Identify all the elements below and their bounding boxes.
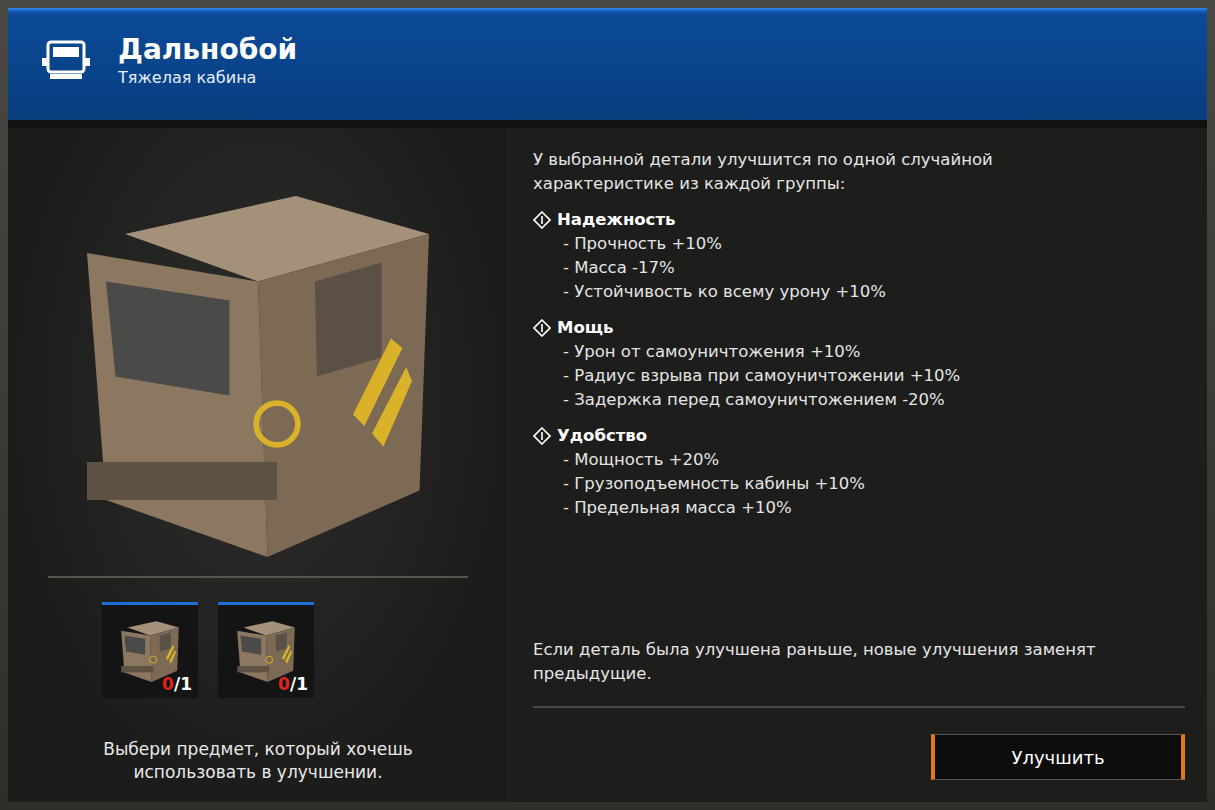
stat-item: - Устойчивость ко всему урону +10% — [533, 280, 1185, 304]
upgrade-button[interactable]: Улучшить — [931, 734, 1185, 780]
group-title: Удобство — [533, 424, 1185, 448]
title: Дальнобой — [118, 33, 297, 67]
group-title: Мощь — [533, 316, 1185, 340]
slot-count: 0/1 — [162, 674, 192, 694]
stat-item: - Радиус взрыва при самоуничтожении +10% — [533, 364, 1185, 388]
slots: 0/1 0/1 — [102, 602, 314, 698]
group-title: Надежность — [533, 208, 1185, 232]
slot-count: 0/1 — [278, 674, 308, 694]
group-icon — [533, 211, 551, 229]
stat-group: Удобство- Мощность +20%- Грузоподъемност… — [533, 424, 1185, 520]
part-image — [48, 148, 468, 578]
stat-group: Надежность- Прочность +10%- Масса -17%- … — [533, 208, 1185, 304]
stat-item: - Мощность +20% — [533, 448, 1185, 472]
body: 0/1 0/1 Выбери предмет, который хочешь исп… — [8, 128, 1207, 802]
stat-group: Мощь- Урон от самоуничтожения +10%- Ради… — [533, 316, 1185, 412]
stat-item: - Грузоподъемность кабины +10% — [533, 472, 1185, 496]
header: ДальнобойТяжелая кабина — [8, 8, 1207, 118]
info-panel: У выбранной детали улучшится по одной сл… — [508, 128, 1207, 802]
stat-item: - Прочность +10% — [533, 232, 1185, 256]
item-slot[interactable]: 0/1 — [218, 602, 314, 698]
stat-item: - Урон от самоуничтожения +10% — [533, 340, 1185, 364]
cabin-image-icon — [68, 177, 448, 576]
subtitle: Тяжелая кабина — [118, 68, 297, 87]
header-text: ДальнобойТяжелая кабина — [118, 33, 297, 88]
stat-item: - Масса -17% — [533, 256, 1185, 280]
divider — [533, 706, 1185, 708]
group-icon — [533, 427, 551, 445]
stat-item: - Предельная масса +10% — [533, 496, 1185, 520]
upgrade-window: ДальнобойТяжелая кабина 0/1 0/1 Выбери пред… — [0, 0, 1215, 810]
group-icon — [533, 319, 551, 337]
hint: Выбери предмет, который хочешь использов… — [78, 738, 438, 784]
intro: У выбранной детали улучшится по одной сл… — [533, 148, 1053, 196]
cabin-icon — [40, 38, 92, 82]
preview-panel: 0/1 0/1 Выбери предмет, который хочешь исп… — [8, 128, 508, 802]
note: Если деталь была улучшена раньше, новые … — [533, 638, 1185, 686]
header-strip — [8, 118, 1207, 128]
item-slot[interactable]: 0/1 — [102, 602, 198, 698]
button-row: Улучшить — [533, 734, 1185, 780]
stat-item: - Задержка перед самоуничтожением -20% — [533, 388, 1185, 412]
